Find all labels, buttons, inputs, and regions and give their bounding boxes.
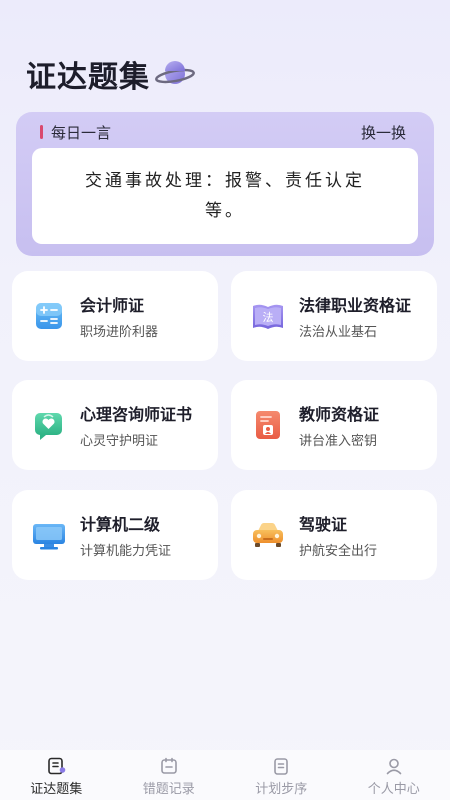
category-desc: 职场进阶利器 bbox=[80, 325, 159, 340]
planet-icon bbox=[155, 61, 195, 84]
tab-label: 计划步序 bbox=[255, 782, 308, 797]
computer-icon bbox=[33, 524, 65, 550]
car-icon bbox=[253, 523, 283, 547]
teacher-card-icon bbox=[256, 411, 280, 439]
category-desc: 法治从业基石 bbox=[299, 325, 378, 340]
tab-wrong-answers[interactable]: 错题记录 bbox=[113, 750, 226, 800]
law-icon-glyph: 法 bbox=[263, 310, 274, 324]
category-card-psychology[interactable]: 心理咨询师证书 心灵守护明证 bbox=[12, 380, 218, 470]
category-name: 法律职业资格证 bbox=[299, 296, 412, 315]
tab-plan[interactable]: 计划步序 bbox=[225, 750, 338, 800]
tab-profile[interactable]: 个人中心 bbox=[338, 750, 450, 800]
quote-heading: 每日一言 bbox=[51, 123, 112, 142]
page-title: 证达题集 bbox=[26, 60, 150, 95]
law-book-icon: 法 bbox=[253, 304, 283, 329]
book-icon bbox=[48, 757, 66, 775]
category-name: 驾驶证 bbox=[299, 515, 348, 534]
category-desc: 讲台准入密钥 bbox=[299, 434, 378, 449]
category-name: 心理咨询师证书 bbox=[80, 405, 193, 424]
category-desc: 心灵守护明证 bbox=[80, 434, 159, 449]
user-icon bbox=[386, 758, 402, 775]
quote-accent-bar bbox=[40, 125, 43, 139]
refresh-quote-button[interactable]: 换一换 bbox=[361, 122, 406, 143]
category-desc: 护航安全出行 bbox=[299, 544, 378, 559]
quote-text: 交通事故处理：报警、责任认定等。 bbox=[32, 148, 418, 244]
daily-quote-card: 每日一言 换一换 交通事故处理：报警、责任认定等。 bbox=[16, 112, 434, 256]
category-card-law[interactable]: 法 法律职业资格证 法治从业基石 bbox=[231, 271, 437, 361]
calculator-icon bbox=[36, 303, 62, 329]
category-card-accounting[interactable]: 会计师证 职场进阶利器 bbox=[12, 271, 218, 361]
heart-chat-icon bbox=[35, 413, 62, 440]
tab-label: 证达题集 bbox=[30, 782, 83, 797]
category-card-teacher[interactable]: 教师资格证 讲台准入密钥 bbox=[231, 380, 437, 470]
bottom-tab-bar: 证达题集 错题记录 计划步序 个人中心 bbox=[0, 750, 450, 800]
tab-home[interactable]: 证达题集 bbox=[0, 750, 113, 800]
category-name: 教师资格证 bbox=[299, 405, 380, 424]
clipboard-icon bbox=[274, 758, 289, 775]
category-name: 计算机二级 bbox=[80, 515, 161, 534]
category-name: 会计师证 bbox=[80, 296, 145, 315]
calendar-icon bbox=[160, 757, 177, 774]
app-header: 证达题集 bbox=[26, 52, 196, 96]
tab-label: 个人中心 bbox=[367, 782, 420, 797]
category-card-driving[interactable]: 驾驶证 护航安全出行 bbox=[231, 490, 437, 580]
tab-label: 错题记录 bbox=[142, 782, 195, 797]
category-desc: 计算机能力凭证 bbox=[80, 544, 172, 559]
category-card-computer[interactable]: 计算机二级 计算机能力凭证 bbox=[12, 490, 218, 580]
